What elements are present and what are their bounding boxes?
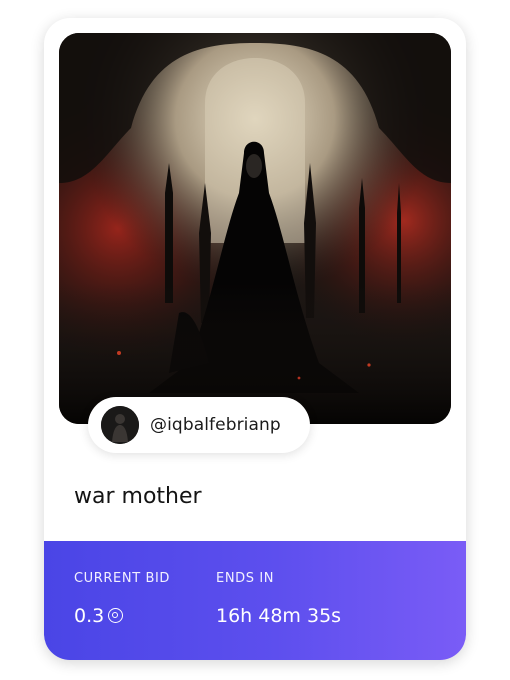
nft-title: war mother <box>74 484 202 509</box>
nft-artwork-image[interactable] <box>59 33 451 424</box>
current-bid-value-wrap: 0.3 <box>74 605 124 627</box>
eth-ring-icon <box>108 608 124 623</box>
creator-chip[interactable]: @iqbalfebrianp <box>88 397 310 453</box>
current-bid-value: 0.3 <box>74 605 105 627</box>
creator-handle: @iqbalfebrianp <box>150 415 281 435</box>
creator-avatar[interactable] <box>101 406 139 444</box>
auction-info-bar: CURRENT BID 0.3 ENDS IN 16h 48m 35s <box>44 541 466 660</box>
current-bid-label: CURRENT BID <box>74 571 171 586</box>
ends-in-label: ENDS IN <box>216 571 275 586</box>
ends-in-countdown: 16h 48m 35s <box>216 605 342 627</box>
nft-card[interactable]: @iqbalfebrianp war mother CURRENT BID 0.… <box>44 18 466 660</box>
